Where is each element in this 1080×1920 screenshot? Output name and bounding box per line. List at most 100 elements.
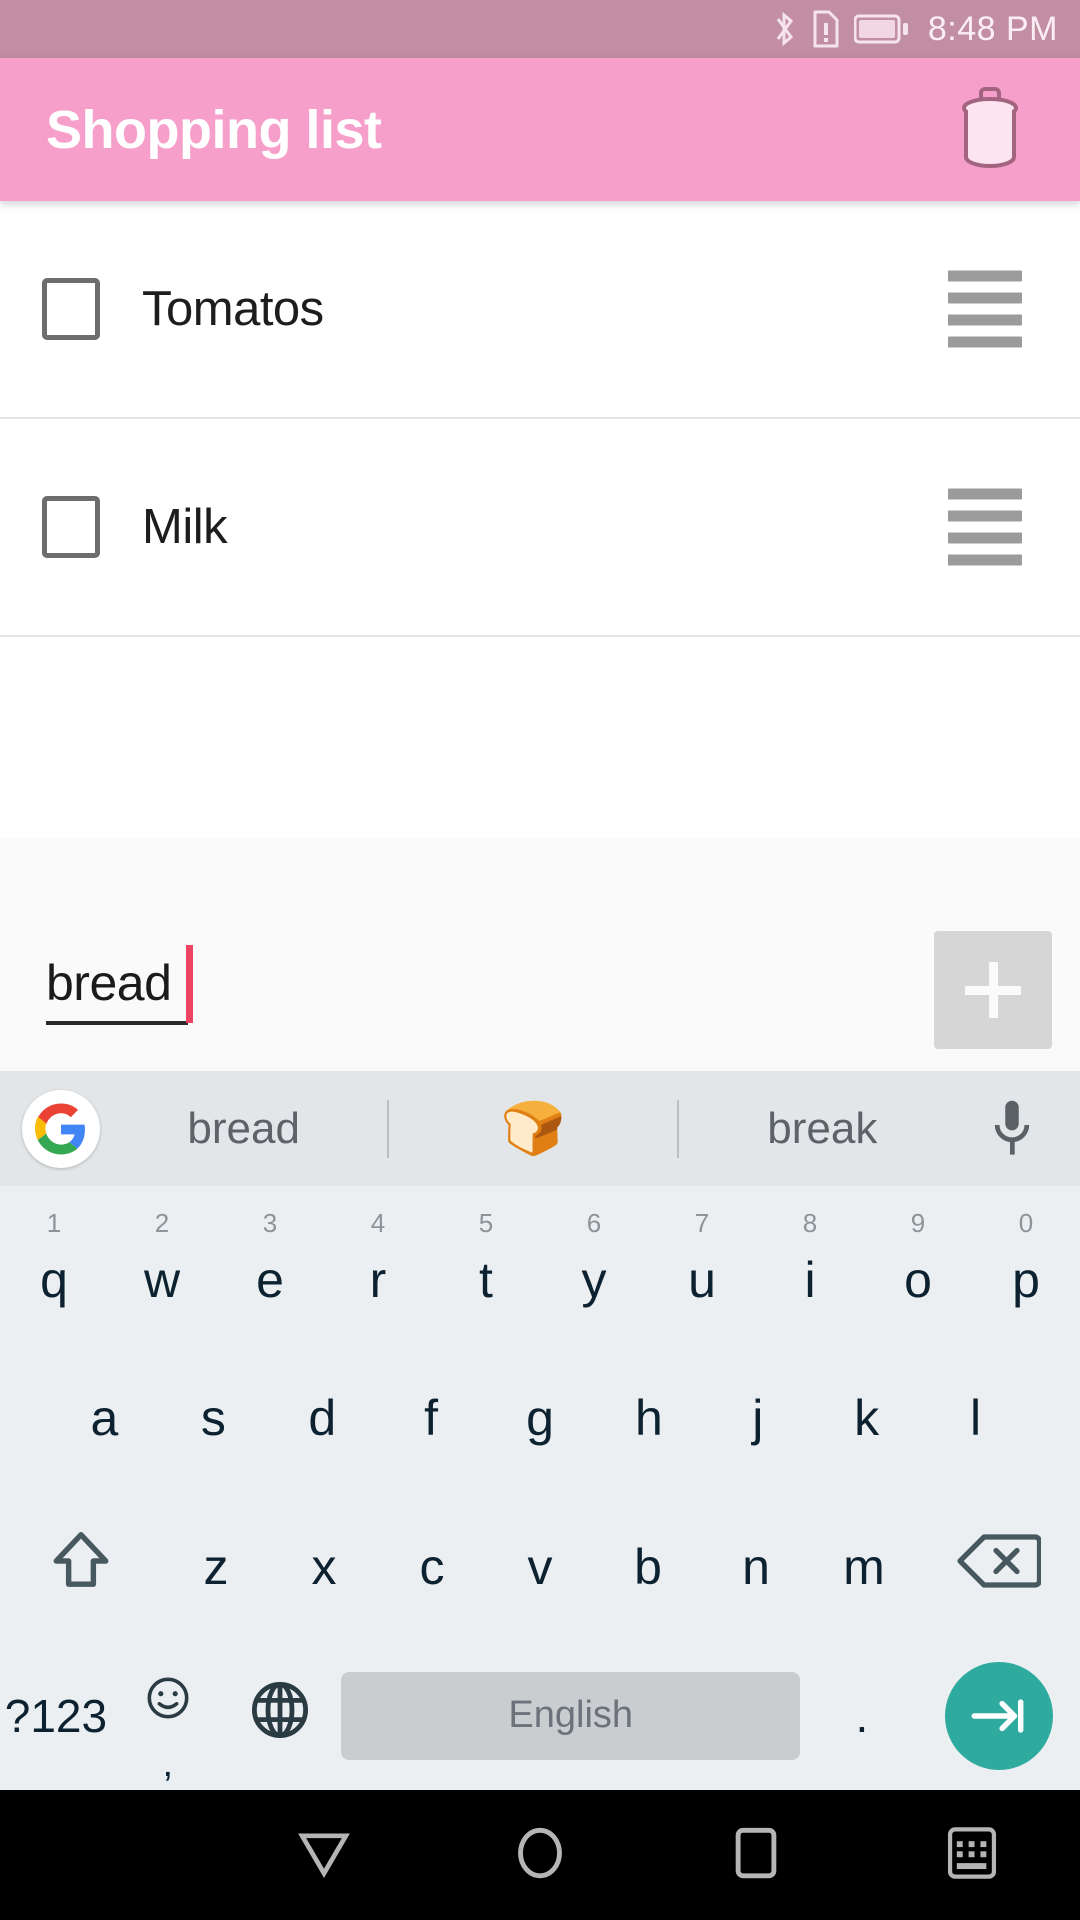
- shift-icon: [47, 1527, 115, 1607]
- key-s[interactable]: s: [159, 1343, 268, 1492]
- emoji-smiley-icon: [145, 1675, 191, 1733]
- key-j[interactable]: j: [703, 1343, 812, 1492]
- key-m[interactable]: m: [810, 1492, 918, 1641]
- key-h[interactable]: h: [594, 1343, 703, 1492]
- item-checkbox[interactable]: [42, 496, 100, 558]
- key-r[interactable]: 4r: [324, 1194, 432, 1343]
- key-a[interactable]: a: [50, 1343, 159, 1492]
- key-t[interactable]: 5t: [432, 1194, 540, 1343]
- key-i-label: i: [804, 1251, 816, 1308]
- key-e[interactable]: 3e: [216, 1194, 324, 1343]
- spacebar[interactable]: English: [341, 1671, 800, 1760]
- suggestion-3[interactable]: break: [679, 1104, 966, 1154]
- input-underline: [46, 1021, 188, 1025]
- key-i[interactable]: 8i: [756, 1194, 864, 1343]
- globe-icon: [248, 1678, 312, 1754]
- list-item[interactable]: Milk: [0, 419, 1080, 637]
- home-circle-icon: [514, 1827, 566, 1884]
- page-title: Shopping list: [46, 99, 382, 160]
- drag-handle-icon[interactable]: [948, 488, 1022, 566]
- key-u-number: 7: [694, 1208, 710, 1238]
- recents-square-icon: [733, 1827, 779, 1884]
- language-key[interactable]: [224, 1641, 336, 1790]
- sim-alert-icon: [812, 10, 840, 48]
- key-g[interactable]: g: [486, 1343, 595, 1492]
- google-g-icon[interactable]: [22, 1089, 100, 1168]
- key-q[interactable]: 1q: [0, 1194, 108, 1343]
- key-o-label: o: [904, 1251, 932, 1308]
- trash-icon: [957, 86, 1023, 173]
- nav-home-button[interactable]: [432, 1827, 648, 1884]
- backspace-icon: [957, 1531, 1043, 1603]
- key-u[interactable]: 7u: [648, 1194, 756, 1343]
- suggestion-1[interactable]: bread: [100, 1104, 387, 1154]
- text-caret: [186, 945, 193, 1023]
- period-key-label: .: [855, 1689, 869, 1742]
- key-m-label: m: [843, 1538, 885, 1595]
- status-bar-clock: 8:48 PM: [927, 9, 1058, 48]
- key-f[interactable]: f: [377, 1343, 486, 1492]
- app-bar: Shopping list: [0, 58, 1080, 201]
- nav-back-button[interactable]: [216, 1828, 432, 1883]
- key-d[interactable]: d: [268, 1343, 377, 1492]
- shopping-list: Tomatos Milk: [0, 201, 1080, 1112]
- key-q-number: 1: [46, 1208, 62, 1238]
- keyboard-icon: [946, 1826, 998, 1885]
- key-b[interactable]: b: [594, 1492, 702, 1641]
- add-item-row: bread: [0, 911, 1080, 1071]
- keyboard-row-3: z x c v b n m: [0, 1492, 1080, 1641]
- key-l-label: l: [970, 1389, 982, 1446]
- backspace-key[interactable]: [918, 1492, 1080, 1641]
- key-v[interactable]: v: [486, 1492, 594, 1641]
- key-p[interactable]: 0p: [972, 1194, 1080, 1343]
- microphone-icon[interactable]: [966, 1098, 1058, 1160]
- key-n[interactable]: n: [702, 1492, 810, 1641]
- period-key[interactable]: .: [806, 1641, 918, 1790]
- key-r-number: 4: [370, 1208, 386, 1238]
- key-w[interactable]: 2w: [108, 1194, 216, 1343]
- new-item-input[interactable]: bread: [46, 957, 686, 1010]
- plus-icon: [965, 962, 1021, 1018]
- key-j-label: j: [752, 1389, 764, 1446]
- key-d-label: d: [308, 1389, 337, 1446]
- key-a-label: a: [90, 1389, 119, 1446]
- key-h-label: h: [634, 1389, 663, 1446]
- battery-icon: [853, 13, 910, 45]
- keyboard-suggestion-bar: bread 🍞 break: [0, 1071, 1080, 1186]
- keyboard-row-4: ?123 , English .: [0, 1641, 1080, 1790]
- key-e-label: e: [256, 1251, 284, 1308]
- list-item[interactable]: Tomatos: [0, 201, 1080, 419]
- key-k-label: k: [854, 1389, 880, 1446]
- key-v-label: v: [527, 1538, 553, 1595]
- item-checkbox[interactable]: [42, 278, 100, 340]
- key-b-label: b: [634, 1538, 662, 1595]
- key-y-number: 6: [586, 1208, 602, 1238]
- drag-handle-icon[interactable]: [948, 270, 1022, 348]
- nav-hide-keyboard-button[interactable]: [864, 1826, 1080, 1885]
- key-o[interactable]: 9o: [864, 1194, 972, 1343]
- key-p-label: p: [1012, 1251, 1040, 1308]
- key-z-label: z: [203, 1538, 229, 1595]
- key-w-label: w: [143, 1251, 181, 1308]
- comma-key-label: ,: [162, 1743, 174, 1785]
- key-q-label: q: [40, 1251, 68, 1308]
- add-item-button[interactable]: [934, 931, 1052, 1049]
- key-z[interactable]: z: [162, 1492, 270, 1641]
- delete-list-button[interactable]: [944, 84, 1036, 176]
- list-item-label: Milk: [142, 500, 228, 554]
- key-u-label: u: [688, 1251, 716, 1308]
- key-l[interactable]: l: [921, 1343, 1030, 1492]
- key-k[interactable]: k: [812, 1343, 921, 1492]
- enter-key[interactable]: [918, 1661, 1080, 1770]
- keyboard-row-2: a s d f g h j k l: [0, 1343, 1080, 1492]
- shift-key[interactable]: [0, 1492, 162, 1641]
- suggestion-2-emoji[interactable]: 🍞: [389, 1103, 676, 1155]
- nav-recents-button[interactable]: [648, 1827, 864, 1884]
- key-y[interactable]: 6y: [540, 1194, 648, 1343]
- key-c-label: c: [419, 1538, 445, 1595]
- key-g-label: g: [526, 1389, 554, 1446]
- key-x[interactable]: x: [270, 1492, 378, 1641]
- symbols-key[interactable]: ?123: [0, 1641, 112, 1790]
- emoji-key[interactable]: ,: [112, 1641, 224, 1790]
- key-c[interactable]: c: [378, 1492, 486, 1641]
